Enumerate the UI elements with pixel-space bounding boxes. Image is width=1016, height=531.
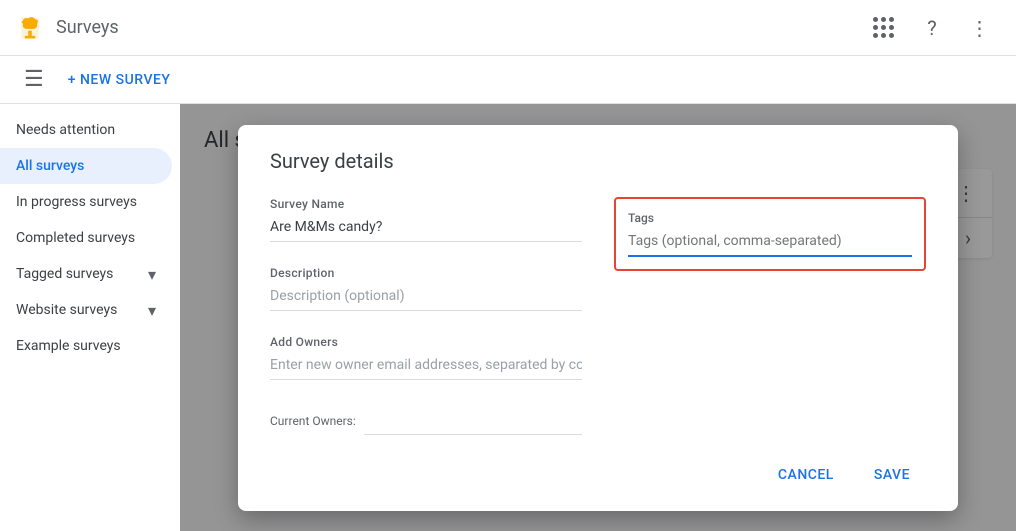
app-title: Surveys <box>56 17 852 38</box>
second-bar: ☰ + NEW SURVEY <box>0 56 1016 104</box>
top-bar-actions: ? ⋮ <box>864 8 1000 48</box>
form-left: Survey Name Description Add Owners Curre… <box>270 197 582 435</box>
sidebar-item-website[interactable]: Website surveys ▾ <box>0 292 172 328</box>
description-input[interactable] <box>270 284 582 311</box>
tags-label: Tags <box>628 211 912 225</box>
survey-name-input[interactable] <box>270 215 582 242</box>
new-survey-button[interactable]: + NEW SURVEY <box>68 72 171 88</box>
survey-name-label: Survey Name <box>270 197 582 211</box>
sidebar: Needs attention All surveys In progress … <box>0 104 180 531</box>
grid-icon-btn[interactable] <box>864 8 904 48</box>
dialog-title: Survey details <box>270 149 926 173</box>
survey-details-dialog: Survey details Survey Name Description A… <box>238 125 958 511</box>
sidebar-item-example[interactable]: Example surveys <box>0 328 172 364</box>
sidebar-item-needs-attention[interactable]: Needs attention <box>0 112 172 148</box>
current-owners-label: Current Owners: <box>270 414 356 428</box>
sidebar-item-completed[interactable]: Completed surveys <box>0 220 172 256</box>
apps-grid-icon <box>873 17 895 39</box>
more-icon: ⋮ <box>970 16 991 40</box>
help-icon-btn[interactable]: ? <box>912 8 952 48</box>
description-field-group: Description <box>270 266 582 311</box>
add-owners-label: Add Owners <box>270 335 582 349</box>
surveys-logo <box>16 14 44 42</box>
chevron-down-icon: ▾ <box>148 265 156 284</box>
current-owners-row: Current Owners: <box>270 408 582 435</box>
add-owners-field-group: Add Owners <box>270 335 582 380</box>
sidebar-item-all-surveys[interactable]: All surveys <box>0 148 172 184</box>
current-owners-input[interactable] <box>364 408 582 435</box>
save-button[interactable]: SAVE <box>858 459 926 491</box>
form-grid: Survey Name Description Add Owners Curre… <box>270 197 926 435</box>
description-label: Description <box>270 266 582 280</box>
help-icon: ? <box>927 16 936 40</box>
add-owners-input[interactable] <box>270 353 582 380</box>
sidebar-item-tagged[interactable]: Tagged surveys ▾ <box>0 256 172 292</box>
tags-input[interactable] <box>628 229 912 257</box>
more-options-icon-btn[interactable]: ⋮ <box>960 8 1000 48</box>
dialog-footer: CANCEL SAVE <box>270 459 926 491</box>
tags-container: Tags <box>614 197 926 271</box>
content-area: All surveys run uled ⋮ ‹ › Survey detail… <box>180 104 1016 531</box>
cancel-button[interactable]: CANCEL <box>762 459 850 491</box>
chevron-down-icon: ▾ <box>148 301 156 320</box>
main-layout: Needs attention All surveys In progress … <box>0 104 1016 531</box>
hamburger-menu-icon[interactable]: ☰ <box>16 63 52 96</box>
sidebar-item-in-progress[interactable]: In progress surveys <box>0 184 172 220</box>
survey-name-field-group: Survey Name <box>270 197 582 242</box>
top-bar: Surveys ? ⋮ <box>0 0 1016 56</box>
form-right: Tags <box>614 197 926 435</box>
